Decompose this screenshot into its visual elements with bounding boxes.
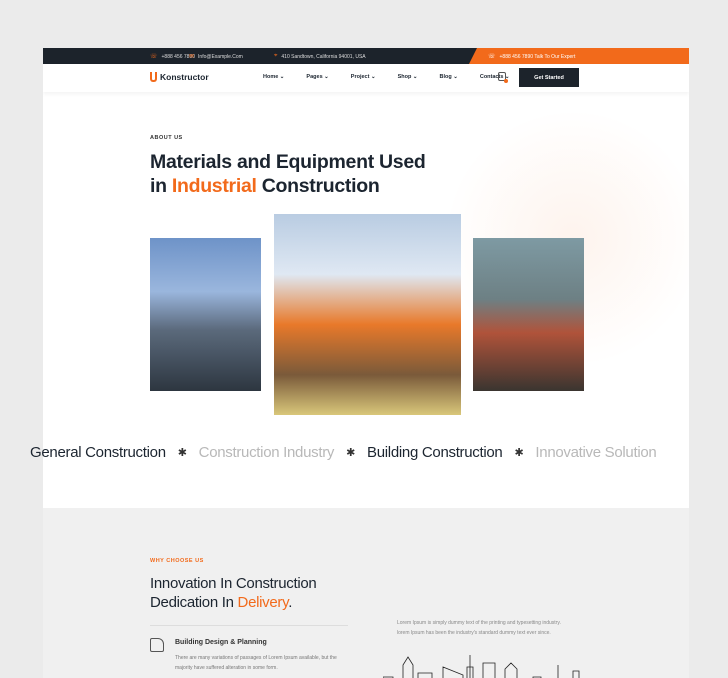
ticker-item: Building Construction [367,444,503,461]
email-text: Info@Example.Com [198,53,243,60]
logo[interactable]: Konstructor [150,72,209,82]
phone-icon: ☏ [150,54,158,60]
location-icon: ⌖ [274,53,278,59]
why-choose-section: WHY CHOOSE US Innovation In Construction… [43,508,689,678]
address-contact: ⌖ 410 Sandtown, California 94001, USA [274,53,366,60]
nav-shop[interactable]: Shop ⌄ [398,74,418,80]
about-eyebrow: ABOUT US [150,135,183,141]
crane-truck-image [473,238,584,391]
main-nav: Konstructor Home ⌄ Pages ⌄ Project ⌄ Sho… [43,64,689,92]
nav-label: Pages [306,74,323,80]
nav-label: Shop [397,74,412,80]
nav-menu: Home ⌄ Pages ⌄ Project ⌄ Shop ⌄ Blog ⌄ C… [263,74,532,80]
ticker-item: Construction Industry [198,444,335,461]
feature-description: There are many variations of passages of… [175,655,337,671]
ticker-item: General Construction [30,444,166,461]
page-card: ☏ +888 456 7890 ✉ Info@Example.Com ⌖ 410 Sa… [43,48,689,678]
title-line: Innovation In Construction [150,575,317,592]
phone-icon: ☏ [488,54,496,60]
title-in: in [150,175,172,197]
title-end: Construction [256,175,380,197]
top-bar: ☏ +888 456 7890 ✉ Info@Example.Com ⌖ 410 Sa… [43,48,689,64]
title-accent: Industrial [171,175,257,197]
why-eyebrow: WHY CHOOSE US [150,558,204,564]
nav-label: Blog [439,74,452,80]
nav-pages[interactable]: Pages ⌄ [306,74,328,80]
divider [150,625,348,626]
nav-home[interactable]: Home ⌄ [263,74,284,80]
address-text: 410 Sandtown, California 94001, USA [281,53,366,60]
about-title: Materials and Equipment Used in Industria… [150,150,426,198]
why-intro: Lorem Ipsum is simply dummy text of the … [397,620,561,636]
title-dot: . [288,594,293,611]
asterisk-icon: ✱ [177,447,187,459]
nav-blog[interactable]: Blog ⌄ [439,74,457,80]
services-ticker: General Construction ✱ Construction Indus… [30,444,657,461]
get-started-button[interactable]: Get Started [519,68,579,87]
why-title: Innovation In Construction Dedication In … [150,574,317,612]
email-contact[interactable]: ✉ Info@Example.Com [189,53,243,61]
nav-label: Project [350,74,370,80]
expert-contact[interactable]: ☏ +888 456 7890 Talk To Our Expert [488,53,576,61]
logo-text: Konstructor [160,72,209,82]
feature-title: Building Design & Planning [175,639,267,646]
asterisk-icon: ✱ [514,447,524,459]
mail-icon: ✉ [189,54,195,60]
title-line: Dedication In [150,594,238,611]
expert-text: +888 456 7890 Talk To Our Expert [499,53,576,60]
title-line: Materials and Equipment Used [150,151,426,173]
logo-icon [150,72,157,82]
nav-label: Home [263,74,279,80]
design-planning-icon [150,638,164,652]
skyscrapers-image [150,238,261,391]
title-accent: Delivery [237,594,289,611]
asterisk-icon: ✱ [346,447,356,459]
nav-project[interactable]: Project ⌄ [351,74,376,80]
ticker-item: Innovative Solution [535,444,657,461]
cart-icon[interactable] [498,72,508,83]
city-sketch-illustration [383,655,580,678]
workers-image [274,214,461,415]
